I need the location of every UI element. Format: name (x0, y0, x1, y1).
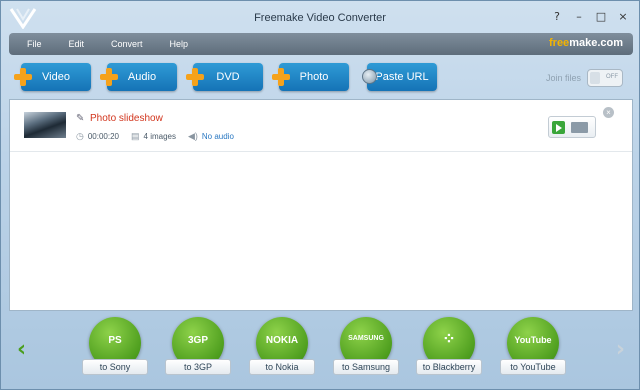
target-label: to Nokia (249, 359, 315, 375)
paste-url-label: Paste URL (375, 71, 429, 83)
speaker-icon: ◀) (187, 131, 198, 141)
plus-icon (14, 68, 32, 86)
window-title: Freemake Video Converter (254, 12, 386, 24)
add-photo-button[interactable]: Photo (272, 63, 349, 91)
add-video-button[interactable]: Video (14, 63, 91, 91)
add-audio-button[interactable]: Audio (100, 63, 177, 91)
file-list: ✎ Photo slideshow ◷ 00:00:20 ▤ 4 images … (9, 99, 633, 311)
target-3gp[interactable]: 3GP to 3GP (165, 317, 231, 379)
scroll-right-icon[interactable]: › (616, 337, 625, 362)
file-thumbnail (24, 112, 66, 138)
brand-part1: free (549, 37, 570, 49)
file-frames: 4 images (143, 132, 176, 141)
film-icon: ▤ (131, 131, 140, 141)
maximize-icon[interactable]: □ (595, 11, 607, 23)
join-files-label: Join files (545, 73, 581, 83)
add-audio-label: Audio (127, 71, 157, 83)
plus-icon (272, 68, 290, 86)
menu-file[interactable]: File (27, 39, 42, 49)
target-label: to 3GP (165, 359, 231, 375)
menu-help[interactable]: Help (170, 39, 189, 49)
plus-icon (100, 68, 118, 86)
file-row[interactable]: ✎ Photo slideshow ◷ 00:00:20 ▤ 4 images … (10, 100, 632, 152)
scroll-left-icon[interactable]: ‹ (17, 337, 26, 362)
menu-convert[interactable]: Convert (111, 39, 143, 49)
target-samsung[interactable]: SAMSUNG to Samsung (333, 317, 399, 379)
output-format-bar: ‹ PS to Sony 3GP to 3GP NOKIA to Nokia S… (9, 315, 633, 385)
globe-icon (362, 69, 377, 84)
brand-link[interactable]: freemake.com (549, 37, 623, 49)
join-files: Join files OFF (546, 69, 623, 87)
add-dvd-button[interactable]: DVD (186, 63, 263, 91)
target-nokia[interactable]: NOKIA to Nokia (249, 317, 315, 379)
app-window: Freemake Video Converter ? – □ × File Ed… (0, 0, 640, 390)
target-blackberry[interactable]: ⁘ to Blackberry (416, 317, 482, 379)
remove-file-icon[interactable]: × (603, 107, 614, 118)
target-label: to Blackberry (416, 359, 482, 375)
menu-bar: File Edit Convert Help freemake.com (9, 33, 633, 55)
menu-edit[interactable]: Edit (69, 39, 85, 49)
image-icon (571, 122, 588, 133)
add-video-label: Video (42, 71, 70, 83)
target-youtube[interactable]: YouTube to YouTube (500, 317, 566, 379)
title-bar: Freemake Video Converter ? – □ × (1, 1, 639, 33)
toggle-state: OFF (606, 74, 618, 80)
clock-icon: ◷ (76, 131, 84, 141)
minimize-icon[interactable]: – (573, 11, 585, 23)
brand-part2: make.com (569, 37, 623, 49)
play-icon[interactable] (552, 121, 565, 134)
file-duration: 00:00:20 (87, 132, 119, 141)
join-files-toggle[interactable]: OFF (587, 69, 623, 87)
target-label: to YouTube (500, 359, 566, 375)
add-photo-label: Photo (299, 71, 329, 83)
toggle-knob (590, 72, 600, 84)
plus-icon (186, 68, 204, 86)
target-label: to Samsung (333, 359, 399, 375)
file-audio[interactable]: No audio (202, 132, 234, 141)
file-title[interactable]: Photo slideshow (90, 113, 163, 124)
add-dvd-label: DVD (216, 71, 240, 83)
paste-url-button[interactable]: Paste URL (362, 63, 437, 91)
target-sony[interactable]: PS to Sony (82, 317, 148, 379)
pencil-icon[interactable]: ✎ (76, 113, 84, 124)
file-meta: ◷ 00:00:20 ▤ 4 images ◀) No audio (76, 131, 234, 142)
preview-box (548, 116, 596, 138)
help-icon[interactable]: ? (551, 11, 563, 23)
target-label: to Sony (82, 359, 148, 375)
close-icon[interactable]: × (617, 11, 629, 23)
